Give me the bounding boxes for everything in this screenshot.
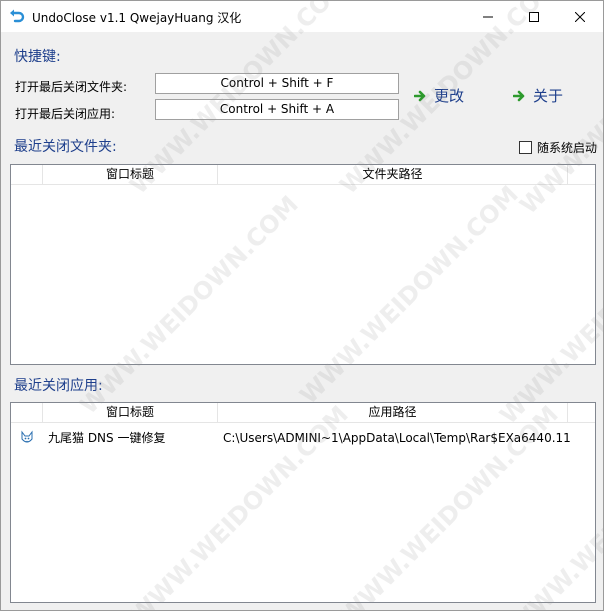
minimize-icon (483, 16, 493, 17)
column-header-folder-path[interactable]: 文件夹路径 (218, 165, 568, 184)
folders-list[interactable]: 窗口标题 文件夹路径 (10, 164, 596, 365)
apps-list-header: 窗口标题 应用路径 (11, 403, 595, 423)
app-hotkey-field[interactable]: Control + Shift + A (155, 99, 399, 120)
column-header-app-path[interactable]: 应用路径 (218, 403, 568, 422)
column-header-blank[interactable] (11, 165, 43, 184)
table-row[interactable]: 九尾猫 DNS 一键修复 C:\Users\ADMINI~1\AppData\L… (11, 428, 595, 448)
close-icon (575, 11, 585, 22)
app-row-title: 九尾猫 DNS 一键修复 (48, 431, 166, 445)
maximize-icon (529, 11, 539, 22)
minimize-button[interactable] (465, 1, 511, 32)
hotkeys-section-label: 快捷键: (14, 49, 61, 65)
about-button[interactable]: 关于 (513, 85, 563, 106)
green-arrow-icon (513, 90, 525, 101)
fox-app-icon (21, 430, 33, 443)
column-header-window-title[interactable]: 窗口标题 (43, 165, 218, 184)
client-area: 快捷键: 打开最后关闭文件夹: Control + Shift + F 打开最后… (1, 32, 603, 610)
close-button[interactable] (557, 1, 603, 32)
folder-hotkey-field[interactable]: Control + Shift + F (155, 73, 399, 94)
change-button[interactable]: 更改 (414, 85, 464, 106)
folders-section-label: 最近关闭文件夹: (14, 139, 117, 155)
window-title: UndoClose v1.1 QwejayHuang 汉化 (32, 11, 242, 25)
column-header-blank[interactable] (11, 403, 43, 422)
title-bar[interactable]: UndoClose v1.1 QwejayHuang 汉化 (1, 1, 603, 32)
app-window: UndoClose v1.1 QwejayHuang 汉化 快捷键: 打开最后关… (0, 0, 604, 611)
change-label: 更改 (434, 87, 465, 105)
maximize-button[interactable] (511, 1, 557, 32)
app-hotkey-label: 打开最后关闭应用: (15, 107, 116, 121)
apps-list[interactable]: 窗口标题 应用路径 九尾猫 DNS 一键修复 C:\Users\ADMINI~1… (10, 402, 596, 603)
green-arrow-icon (414, 90, 426, 101)
autostart-label: 随系统启动 (537, 141, 598, 155)
folder-hotkey-label: 打开最后关闭文件夹: (15, 80, 128, 94)
checkbox-box[interactable] (519, 141, 532, 154)
column-header-window-title[interactable]: 窗口标题 (43, 403, 218, 422)
undo-arrow-icon (10, 9, 25, 23)
folders-list-header: 窗口标题 文件夹路径 (11, 165, 595, 185)
autostart-checkbox[interactable]: 随系统启动 (519, 139, 597, 156)
apps-section-label: 最近关闭应用: (14, 378, 103, 394)
app-row-path: C:\Users\ADMINI~1\AppData\Local\Temp\Rar… (223, 431, 571, 445)
about-label: 关于 (533, 87, 564, 105)
